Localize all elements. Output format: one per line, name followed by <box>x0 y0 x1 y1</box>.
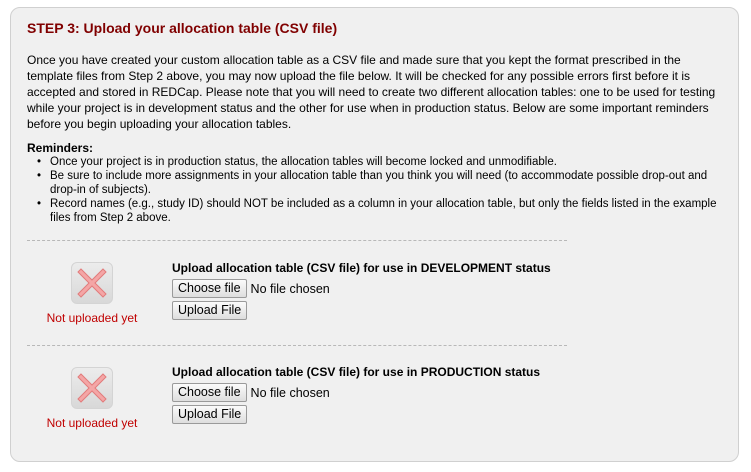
dev-file-status: No file chosen <box>250 281 330 296</box>
prod-upload-label: Upload allocation table (CSV file) for u… <box>172 365 541 379</box>
red-x-icon <box>71 367 113 409</box>
reminders-heading: Reminders: <box>27 141 94 155</box>
dev-upload-label: Upload allocation table (CSV file) for u… <box>172 261 551 275</box>
prod-upload: Upload allocation table (CSV file) for u… <box>172 365 692 424</box>
reminder-item: Be sure to include more assignments in y… <box>27 169 727 197</box>
red-x-icon <box>71 262 113 304</box>
dev-choose-file-button[interactable]: Choose file <box>172 279 247 298</box>
prod-status-text: Not uploaded yet <box>46 416 138 430</box>
prod-status: Not uploaded yet <box>37 367 147 430</box>
reminder-item: Record names (e.g., study ID) should NOT… <box>27 197 727 225</box>
reminders-list: Once your project is in production statu… <box>27 155 727 225</box>
dev-upload: Upload allocation table (CSV file) for u… <box>172 261 692 320</box>
intro-text: Once you have created your custom alloca… <box>27 53 716 131</box>
prod-upload-file-button[interactable]: Upload File <box>172 405 248 424</box>
dev-file-input: Choose file No file chosen <box>172 279 692 298</box>
section-divider <box>27 240 567 241</box>
reminder-item: Once your project is in production statu… <box>27 155 727 169</box>
step-title: STEP 3: Upload your allocation table (CS… <box>27 20 338 36</box>
prod-file-input: Choose file No file chosen <box>172 383 692 402</box>
step3-panel: STEP 3: Upload your allocation table (CS… <box>10 7 739 462</box>
dev-status: Not uploaded yet <box>37 262 147 325</box>
prod-file-status: No file chosen <box>250 385 330 400</box>
prod-choose-file-button[interactable]: Choose file <box>172 383 247 402</box>
section-divider <box>27 345 567 346</box>
dev-status-text: Not uploaded yet <box>46 311 138 325</box>
dev-upload-file-button[interactable]: Upload File <box>172 301 248 320</box>
